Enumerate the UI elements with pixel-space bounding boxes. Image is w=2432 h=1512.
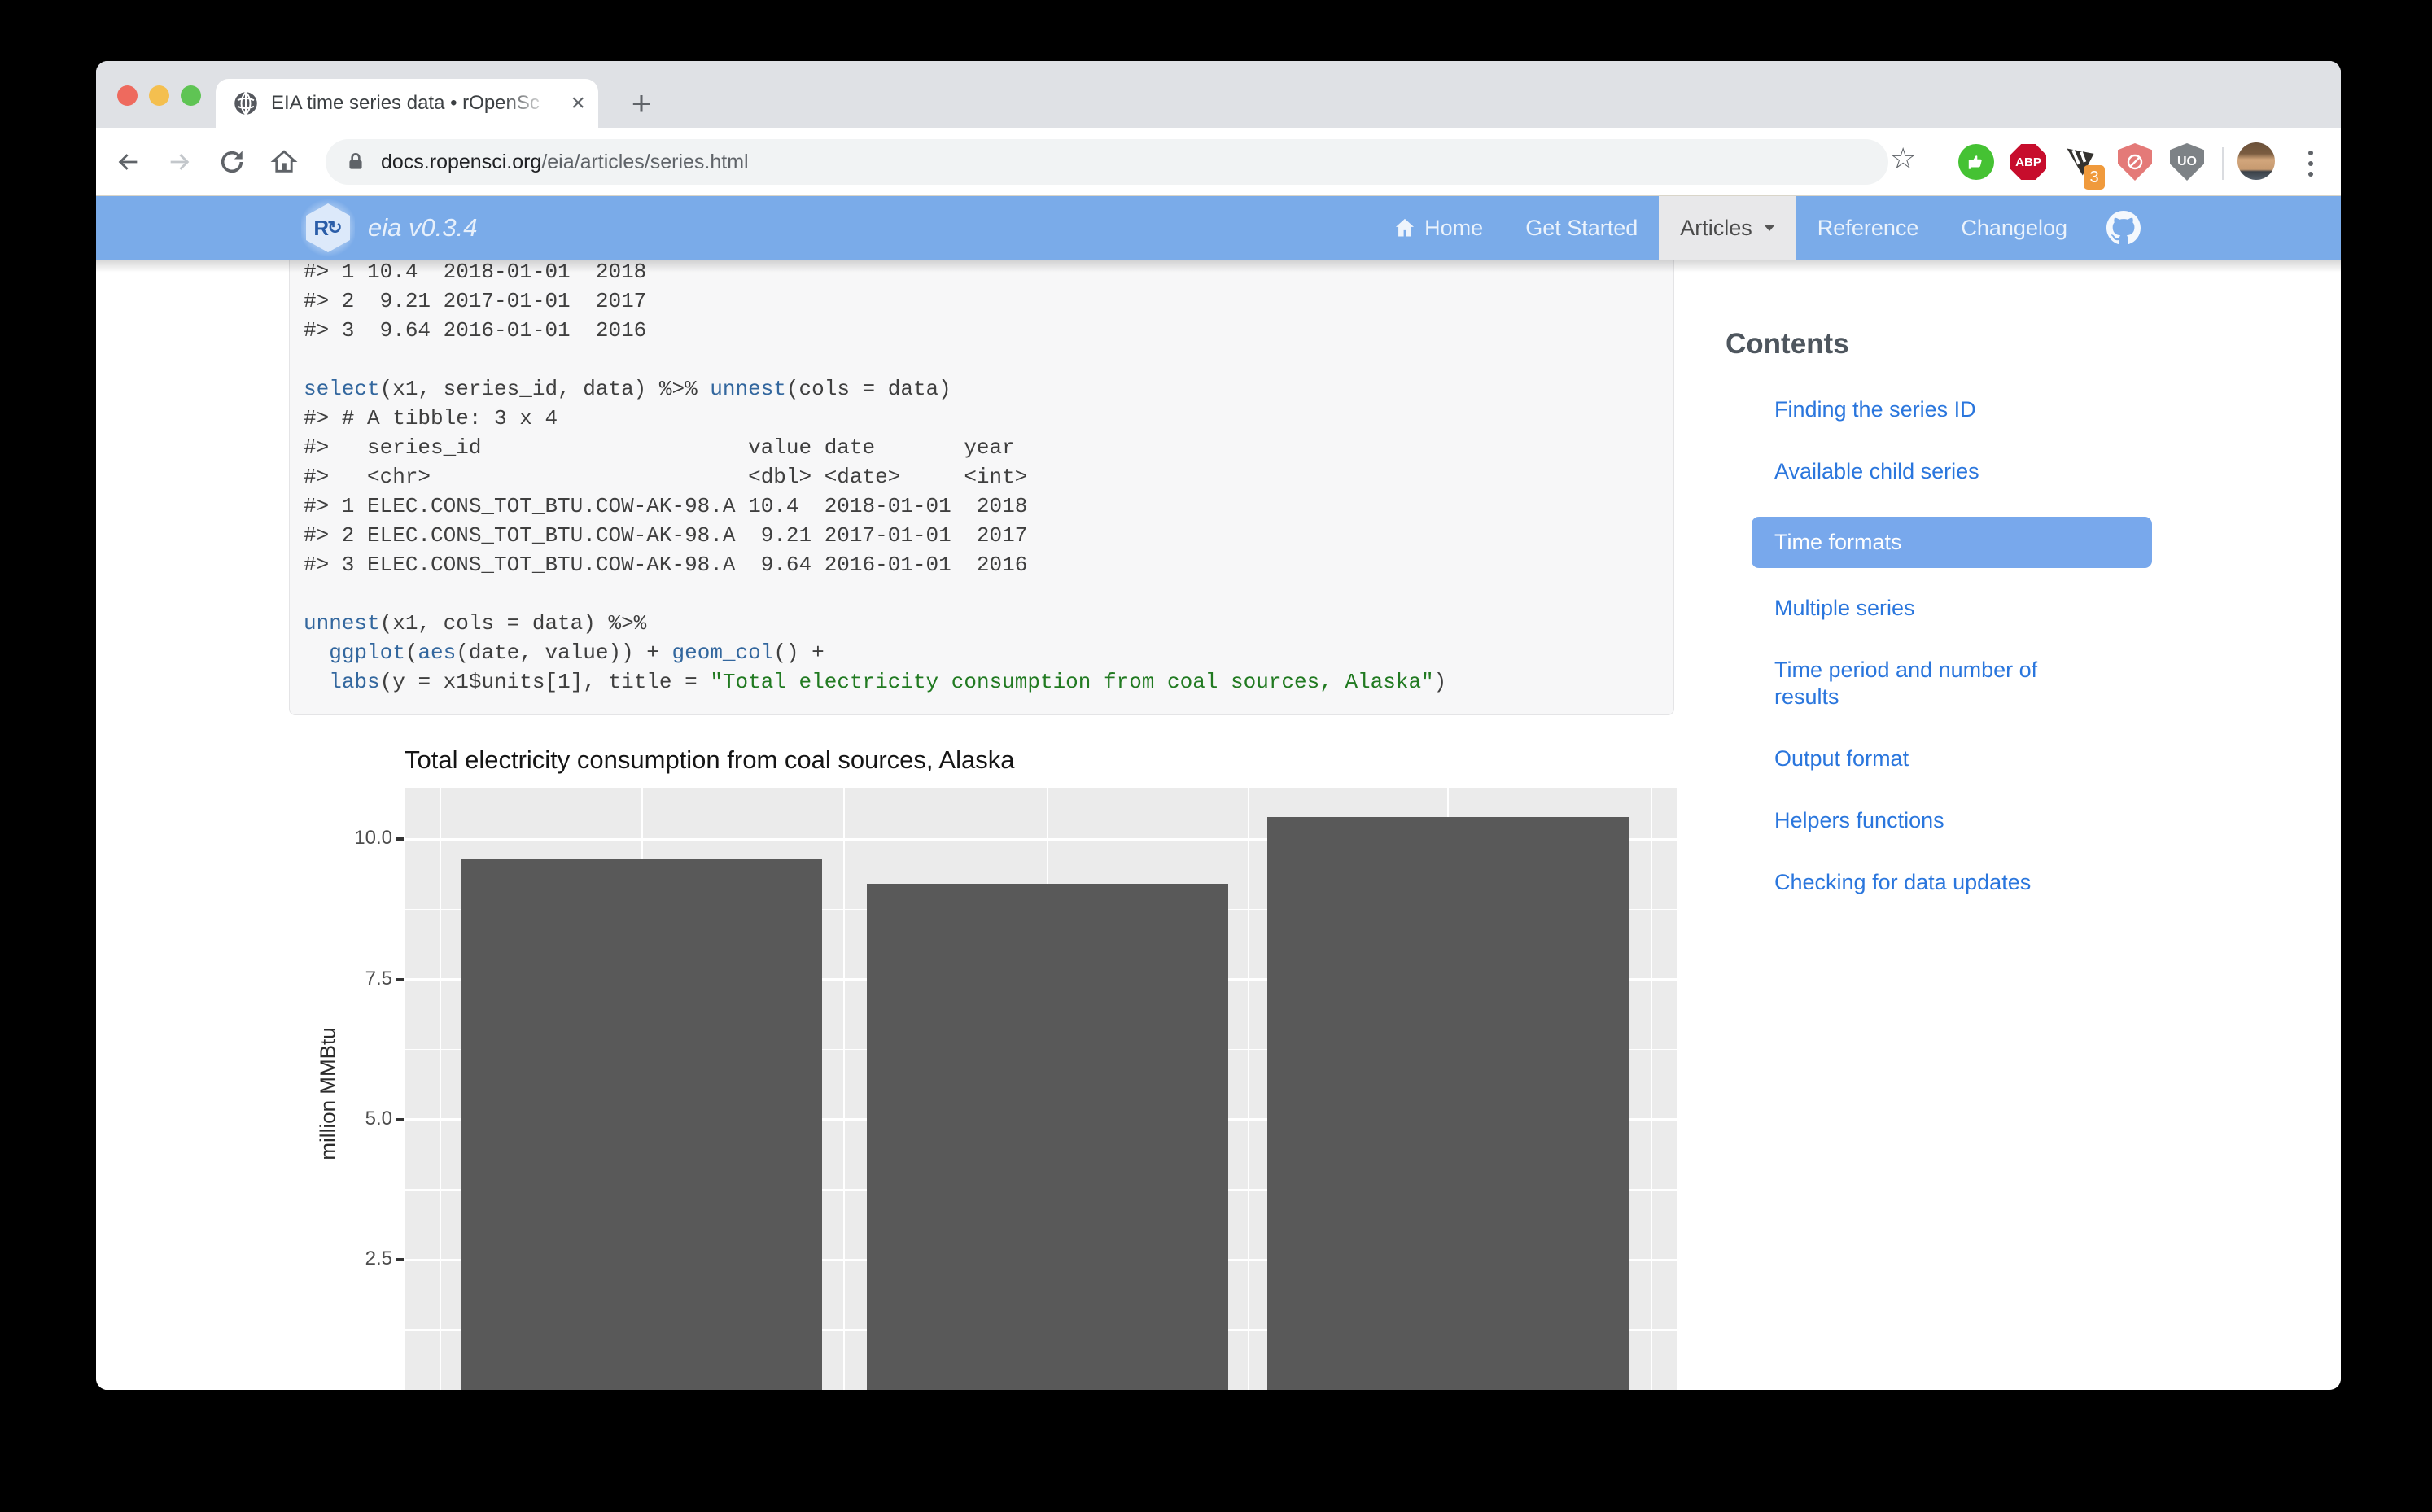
code-line: #> 1 ELEC.CONS_TOT_BTU.COW-AK-98.A 10.4 … <box>304 492 1673 521</box>
gridline-minor-v <box>1651 788 1652 1390</box>
new-tab-button[interactable]: + <box>623 85 659 121</box>
window-controls <box>117 85 201 106</box>
url-text: docs.ropensci.org/eia/articles/series.ht… <box>381 151 749 174</box>
toolbar-separator <box>2222 147 2224 180</box>
browser-toolbar: docs.ropensci.org/eia/articles/series.ht… <box>96 128 2341 196</box>
y-axis-label: million MMBtu <box>309 788 347 1390</box>
address-bar[interactable]: docs.ropensci.org/eia/articles/series.ht… <box>326 139 1888 185</box>
contents-link[interactable]: Helpers functions <box>1726 807 2093 834</box>
nav-item-get-started[interactable]: Get Started <box>1504 196 1659 260</box>
chart-body: million MMBtu 0.0 2.5 5.0 7.5 10.0 <box>309 788 1677 1390</box>
y-tick-label: 2.5 <box>365 1248 392 1270</box>
forward-button[interactable] <box>160 142 200 182</box>
code-line: select(x1, series_id, data) %>% unnest(c… <box>304 374 1673 404</box>
tab-strip: EIA time series data • rOpenSci: e × + <box>96 61 2341 128</box>
brand-title: eia v0.3.4 <box>368 213 477 243</box>
gridline-minor-v <box>1248 788 1249 1390</box>
y-tick-label: 7.5 <box>365 968 392 990</box>
contents-heading: Contents <box>1726 328 2246 361</box>
contents-nav: Finding the series ID Available child ser… <box>1726 396 2246 896</box>
code-line: unnest(x1, cols = data) %>% <box>304 609 1673 638</box>
code-line: ggplot(aes(date, value)) + geom_col() + <box>304 638 1673 667</box>
badger-count-badge: 3 <box>2084 165 2105 190</box>
site-favicon-globe-icon <box>234 91 258 116</box>
chart: Total electricity consumption from coal … <box>309 745 1677 1390</box>
bar <box>867 884 1228 1390</box>
home-icon <box>1393 216 1416 239</box>
y-tick-label: 10.0 <box>354 827 392 850</box>
y-tick-mark <box>396 1258 404 1261</box>
code-line: #> 3 9.64 2016-01-01 2016 <box>304 316 1673 345</box>
y-tick-mark <box>396 978 404 981</box>
lock-icon <box>345 151 366 173</box>
nav-item-reference[interactable]: Reference <box>1796 196 1940 260</box>
chart-title: Total electricity consumption from coal … <box>309 745 1677 786</box>
contents-link[interactable]: Finding the series ID <box>1726 396 2093 423</box>
page-content: #> 1 10.4 2018-01-01 2018#> 2 9.21 2017-… <box>96 260 2341 1390</box>
nav-item-articles[interactable]: Articles <box>1659 196 1796 260</box>
zoom-window-button[interactable] <box>181 85 201 106</box>
url-host: docs.ropensci.org <box>381 151 541 173</box>
tab-title: EIA time series data • rOpenSci: e <box>271 92 540 115</box>
code-line <box>304 345 1673 374</box>
y-tick-mark <box>396 837 404 841</box>
chart-panel <box>405 788 1677 1390</box>
site-nav-menu: Home Get Started Articles Reference Chan… <box>1372 196 2159 260</box>
chrome-menu-icon[interactable] <box>2303 146 2318 181</box>
code-line: #> 2 ELEC.CONS_TOT_BTU.COW-AK-98.A 9.21 … <box>304 521 1673 550</box>
chart-yticks: 0.0 2.5 5.0 7.5 10.0 <box>347 788 405 1390</box>
y-tick-mark <box>396 1118 404 1121</box>
bar <box>461 859 823 1390</box>
code-line: #> 2 9.21 2017-01-01 2017 <box>304 286 1673 316</box>
tab-title-fade <box>502 85 551 121</box>
nav-item-home[interactable]: Home <box>1372 196 1504 260</box>
extension-thumbs-up-icon[interactable] <box>1957 142 1996 181</box>
site-navbar: R↻ eia v0.3.4 Home Get Started Articles … <box>96 196 2341 260</box>
gridline-minor-v <box>440 788 442 1390</box>
y-tick-label: 5.0 <box>365 1108 392 1130</box>
contents-link[interactable]: Checking for data updates <box>1726 869 2093 896</box>
code-line: #> 3 ELEC.CONS_TOT_BTU.COW-AK-98.A 9.64 … <box>304 550 1673 579</box>
github-link[interactable] <box>2089 196 2159 260</box>
y-tick-label: 0.0 <box>365 1387 392 1390</box>
code-block: #> 1 10.4 2018-01-01 2018#> 2 9.21 2017-… <box>289 235 1674 715</box>
close-window-button[interactable] <box>117 85 138 106</box>
extension-ublock-origin-icon[interactable]: UO <box>2167 142 2207 181</box>
contents-link[interactable]: Multiple series <box>1726 595 2093 622</box>
browser-window: EIA time series data • rOpenSci: e × + d… <box>96 61 2341 1390</box>
back-button[interactable] <box>107 142 148 182</box>
contents-link[interactable]: Available child series <box>1726 458 2093 485</box>
bar <box>1267 817 1629 1390</box>
tab-close-icon[interactable]: × <box>571 91 585 116</box>
home-button[interactable] <box>264 142 304 182</box>
browser-tab[interactable]: EIA time series data • rOpenSci: e × <box>216 79 598 128</box>
github-icon <box>2106 211 2141 245</box>
url-path: /eia/articles/series.html <box>541 151 748 173</box>
site-brand[interactable]: R↻ eia v0.3.4 <box>301 196 477 260</box>
extension-privacy-badger-icon[interactable]: 3 <box>2061 142 2100 181</box>
ropensci-hex-logo-icon: R↻ <box>301 198 355 258</box>
code-line <box>304 579 1673 609</box>
code-line: labs(y = x1$units[1], title = "Total ele… <box>304 667 1673 697</box>
extension-adblock-plus-icon[interactable]: ABP <box>2009 142 2048 181</box>
extension-blocker-shield-icon[interactable] <box>2115 142 2154 181</box>
contents-sidebar: Contents Finding the series ID Available … <box>1726 328 2246 931</box>
profile-avatar[interactable] <box>2237 142 2275 180</box>
code-line: #> series_id value date year <box>304 433 1673 462</box>
contents-link[interactable]: Time period and number of results <box>1726 657 2093 710</box>
code-line: #> 1 10.4 2018-01-01 2018 <box>304 257 1673 286</box>
bookmark-star-icon[interactable]: ☆ <box>1890 144 1916 173</box>
reload-button[interactable] <box>212 142 252 182</box>
chevron-down-icon <box>1764 225 1775 231</box>
gridline-minor-v <box>843 788 845 1390</box>
code-line: #> # A tibble: 3 x 4 <box>304 404 1673 433</box>
contents-link-active[interactable]: Time formats <box>1752 517 2152 568</box>
nav-item-changelog[interactable]: Changelog <box>1940 196 2089 260</box>
minimize-window-button[interactable] <box>149 85 169 106</box>
contents-link[interactable]: Output format <box>1726 745 2093 772</box>
code-line: #> <chr> <dbl> <date> <int> <box>304 462 1673 492</box>
